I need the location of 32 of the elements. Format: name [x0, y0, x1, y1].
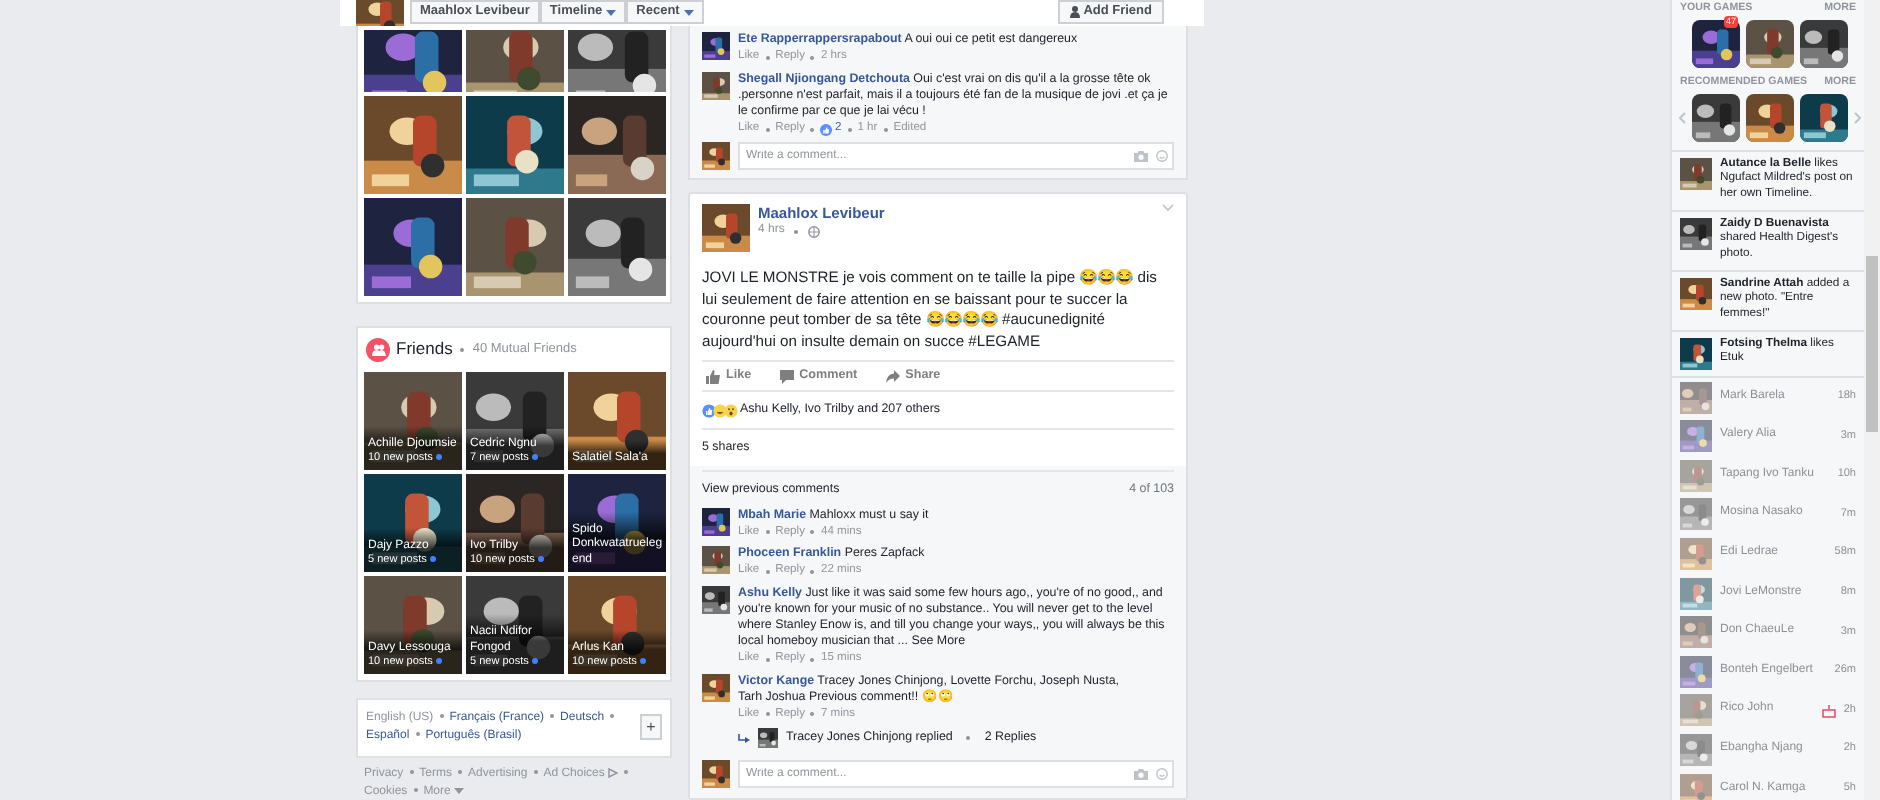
chevron-left-icon[interactable] — [1678, 111, 1686, 124]
smiley-icon[interactable] — [1156, 768, 1168, 781]
new-dot — [436, 658, 443, 665]
reply-arrow-icon — [738, 733, 750, 744]
person-icon — [1069, 6, 1080, 18]
scrollbar[interactable] — [1864, 0, 1880, 800]
caret-icon — [454, 787, 465, 794]
ad-choices-icon — [608, 767, 619, 778]
caret-icon — [606, 9, 617, 15]
like-icon — [820, 123, 833, 136]
new-dot — [430, 556, 437, 563]
friends-link[interactable]: Friends — [396, 338, 453, 362]
chevron-icon[interactable] — [1162, 204, 1174, 213]
chevron-right-icon[interactable] — [1854, 111, 1862, 124]
camera-icon[interactable] — [1134, 150, 1148, 163]
add-language-button[interactable]: + — [639, 714, 662, 740]
smiley-icon[interactable] — [1156, 150, 1168, 163]
scroll-thumb[interactable] — [1866, 256, 1878, 432]
new-dot — [538, 556, 545, 563]
globe-icon — [808, 226, 821, 239]
share-arrow-icon — [885, 369, 900, 384]
speech-bubble-icon — [779, 369, 794, 384]
thumbs-up-icon — [706, 369, 720, 384]
new-dot — [532, 454, 539, 461]
camera-icon[interactable] — [1134, 768, 1148, 781]
new-dot — [532, 658, 539, 665]
cake-icon — [1821, 703, 1836, 718]
reaction-icons — [702, 403, 738, 418]
new-dot — [640, 658, 647, 665]
friends-icon — [366, 338, 390, 362]
new-dot — [436, 454, 443, 461]
caret-icon — [683, 9, 694, 15]
